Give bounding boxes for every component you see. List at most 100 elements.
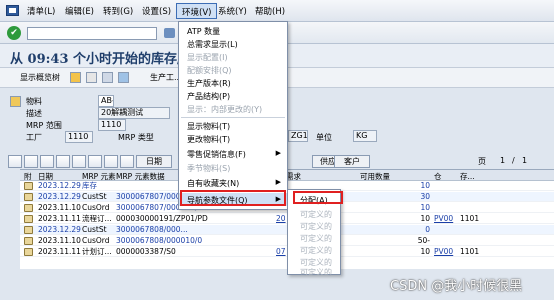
production-tool-button[interactable]: 生产工... — [150, 72, 182, 83]
menu-item-retail-promo[interactable]: 零售促销信息(F) — [187, 149, 246, 160]
row-storage[interactable]: PV00 — [434, 247, 453, 257]
row-date: 2023.11.11 — [38, 214, 81, 223]
command-field[interactable] — [27, 27, 157, 40]
row-element-data[interactable]: 0000003387/S0 — [116, 247, 176, 257]
row-date: 2023.11.10 — [38, 236, 81, 245]
row-date: 2023.11.10 — [38, 203, 81, 212]
plant-field: 1110 — [65, 131, 93, 143]
row-date: 2023.12.29 — [38, 225, 81, 234]
page-total: 1 — [522, 156, 528, 165]
header-icon[interactable] — [118, 72, 129, 83]
highlight-box-assign — [293, 191, 343, 204]
menu-item-atp-qty[interactable]: ATP 数量 — [187, 26, 220, 37]
menu-item-seasonal: 季节物料(S) — [187, 164, 231, 173]
row-element: 计划订... — [82, 247, 112, 256]
material-label: 物料 — [26, 97, 42, 106]
row-available: 10 — [420, 203, 430, 212]
person-icon[interactable] — [70, 72, 81, 83]
menu-item-product-structure[interactable]: 产品结构(P) — [187, 91, 230, 102]
row-available: 10 — [420, 214, 430, 223]
row-date: 2023.11.11 — [38, 247, 81, 256]
row-element-data[interactable]: 3000067808/000010/0 — [116, 236, 202, 246]
submenu-arrow-icon: ▶ — [275, 149, 281, 157]
menu-help[interactable]: 帮助(H) — [255, 5, 285, 17]
save-icon[interactable] — [164, 28, 175, 38]
menu-item-display-material[interactable]: 显示物料(T) — [187, 121, 230, 132]
row-requirement[interactable]: 07 — [276, 247, 286, 257]
row-available: 30 — [420, 192, 430, 201]
menu-separator — [181, 117, 285, 118]
menu-item-prod-version[interactable]: 生产版本(R) — [187, 78, 231, 89]
mrp-area-field: 1110 — [98, 119, 126, 131]
toolbar-btn-2[interactable] — [24, 155, 38, 168]
toolbar-btn-5[interactable] — [72, 155, 86, 168]
tab-date[interactable]: 日期 — [136, 155, 172, 168]
menu-goto[interactable]: 转到(G) — [103, 5, 133, 17]
submenu-item-definable: 可定义的 — [300, 268, 332, 277]
row-element-icon — [24, 182, 33, 190]
row-element-data[interactable]: 3000067807/000... — [116, 192, 188, 202]
row-element-icon — [24, 248, 33, 256]
zg-field: ZG10 — [288, 130, 308, 142]
row-date: 2023.12.29 — [38, 181, 81, 190]
mrp-type-label: MRP 类型 — [118, 133, 154, 142]
description-field: 20解耦测试 — [98, 107, 170, 119]
highlight-box-nav-profile — [180, 190, 286, 206]
menu-settings[interactable]: 设置(S) — [142, 5, 171, 17]
row-element-icon — [24, 204, 33, 212]
environment-menu: ATP 数量 总需求显示(L) 显示配置(I) 配额安排(Q) 生产版本(R) … — [178, 21, 288, 210]
toolbar-btn-7[interactable] — [104, 155, 118, 168]
plant-label: 工厂 — [26, 133, 42, 142]
page-current: 1 — [500, 156, 506, 165]
row-element-data[interactable]: 000030000191/ZP01/PD — [116, 214, 208, 224]
unit-label: 单位 — [316, 133, 332, 142]
watermark: CSDN @我小时候很黑 — [390, 279, 523, 294]
submenu-item-definable: 可定义的 — [300, 222, 332, 231]
toolbar-btn-6[interactable] — [88, 155, 102, 168]
toolbar-btn-1[interactable] — [8, 155, 22, 168]
menu-item-total-req[interactable]: 总需求显示(L) — [187, 39, 238, 50]
row-element-icon — [24, 237, 33, 245]
row-requirement[interactable]: 20 — [276, 214, 286, 224]
unit-field: KG — [353, 130, 377, 142]
row-element: 流程订... — [82, 214, 112, 223]
submenu-item-definable: 可定义的 — [300, 246, 332, 255]
row-element: CustSt — [82, 192, 107, 201]
toolbar-btn-3[interactable] — [40, 155, 54, 168]
enter-check-icon[interactable]: ✔ — [7, 26, 21, 40]
menu-item-change-material[interactable]: 更改物料(T) — [187, 134, 230, 145]
row-element-icon — [24, 215, 33, 223]
material-field[interactable]: AB-4 — [98, 95, 114, 107]
toolbar-btn-4[interactable] — [56, 155, 70, 168]
page-separator: / — [512, 156, 515, 165]
submenu-item-definable: 可定义的 — [300, 210, 332, 219]
row-element: CusOrd — [82, 236, 110, 245]
row-element: CustSt — [82, 225, 107, 234]
row-stock: 1101 — [460, 214, 480, 223]
row-available: 10 — [420, 181, 430, 190]
material-icon — [10, 96, 21, 107]
row-available: 0 — [425, 225, 430, 234]
detail-icon[interactable] — [102, 72, 113, 83]
description-label: 描述 — [26, 109, 42, 118]
refresh-icon[interactable] — [86, 72, 97, 83]
menu-item-internal-changes: 显示：内部更改的(Y) — [187, 105, 263, 114]
toolbar-btn-8[interactable] — [120, 155, 134, 168]
page-label: 页 — [478, 157, 486, 166]
menu-item-favorites[interactable]: 自有收藏夹(N) — [187, 178, 239, 189]
tab-customer[interactable]: 客户 — [334, 155, 370, 168]
mrp-area-label: MRP 范围 — [26, 121, 62, 130]
row-element-icon — [24, 193, 33, 201]
row-element-icon — [24, 226, 33, 234]
row-storage[interactable]: PV00 — [434, 214, 453, 224]
sap-menu-icon[interactable] — [6, 5, 19, 16]
menu-system[interactable]: 系统(Y) — [218, 5, 247, 17]
row-element: 库存 — [82, 181, 97, 190]
menu-edit[interactable]: 编辑(E) — [65, 5, 94, 17]
row-available: 10 — [420, 247, 430, 256]
menu-environment[interactable]: 环境(V) — [176, 3, 218, 19]
row-element-data[interactable]: 3000067808/000... — [116, 225, 188, 235]
display-overview-button[interactable]: 显示概览树 — [20, 72, 60, 83]
menu-list[interactable]: 清单(L) — [27, 5, 55, 17]
row-date: 2023.12.29 — [38, 192, 81, 201]
